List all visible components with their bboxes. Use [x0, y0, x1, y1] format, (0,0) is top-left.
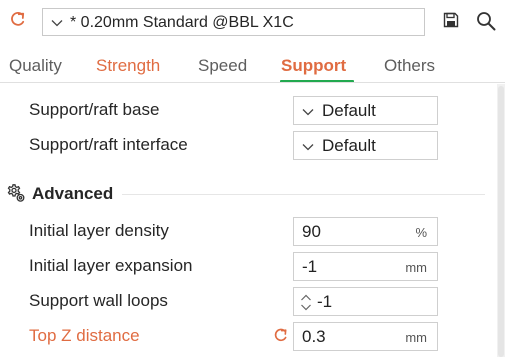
- initial-layer-expansion-label: Initial layer expansion: [29, 256, 193, 275]
- top-z-distance-input[interactable]: 0.3 mm: [293, 322, 438, 351]
- raft-base-select[interactable]: Default: [293, 96, 438, 125]
- tab-others[interactable]: Others: [384, 56, 435, 76]
- unit-label: %: [415, 225, 427, 240]
- section-divider: [122, 194, 485, 195]
- preset-name: * 0.20mm Standard @BBL X1C: [70, 14, 294, 31]
- tab-quality[interactable]: Quality: [9, 56, 62, 76]
- raft-base-value: Default: [322, 101, 376, 120]
- tab-speed[interactable]: Speed: [198, 56, 247, 76]
- tab-divider: [0, 82, 505, 83]
- initial-layer-expansion-input[interactable]: -1 mm: [293, 252, 438, 281]
- gear-icon: [6, 183, 26, 203]
- tab-support[interactable]: Support: [281, 56, 346, 76]
- raft-interface-label: Support/raft interface: [29, 135, 188, 154]
- raft-interface-value: Default: [322, 136, 376, 155]
- raft-base-label: Support/raft base: [29, 100, 160, 119]
- support-wall-loops-stepper[interactable]: -1: [293, 287, 438, 316]
- initial-layer-expansion-value: -1: [302, 257, 318, 276]
- reset-icon[interactable]: [272, 326, 290, 344]
- initial-layer-density-label: Initial layer density: [29, 221, 169, 240]
- search-icon[interactable]: [476, 11, 496, 31]
- unit-label: mm: [405, 260, 427, 275]
- initial-layer-density-input[interactable]: 90 %: [293, 217, 438, 246]
- stepper-icon[interactable]: [300, 294, 312, 311]
- reset-icon[interactable]: [8, 9, 28, 29]
- chevron-down-icon: [51, 16, 63, 28]
- support-wall-loops-value: -1: [317, 292, 333, 311]
- support-wall-loops-label: Support wall loops: [29, 291, 168, 310]
- top-z-distance-value: 0.3: [302, 327, 326, 346]
- top-z-distance-label: Top Z distance: [29, 326, 140, 345]
- chevron-down-icon: [302, 105, 314, 117]
- chevron-down-icon: [302, 140, 314, 152]
- tab-strength[interactable]: Strength: [96, 56, 160, 76]
- unit-label: mm: [405, 330, 427, 345]
- initial-layer-density-value: 90: [302, 222, 321, 241]
- advanced-section-title: Advanced: [32, 184, 114, 203]
- preset-dropdown[interactable]: * 0.20mm Standard @BBL X1C: [42, 8, 425, 36]
- save-icon[interactable]: [443, 12, 459, 28]
- scrollbar-thumb[interactable]: [498, 86, 504, 357]
- raft-interface-select[interactable]: Default: [293, 131, 438, 160]
